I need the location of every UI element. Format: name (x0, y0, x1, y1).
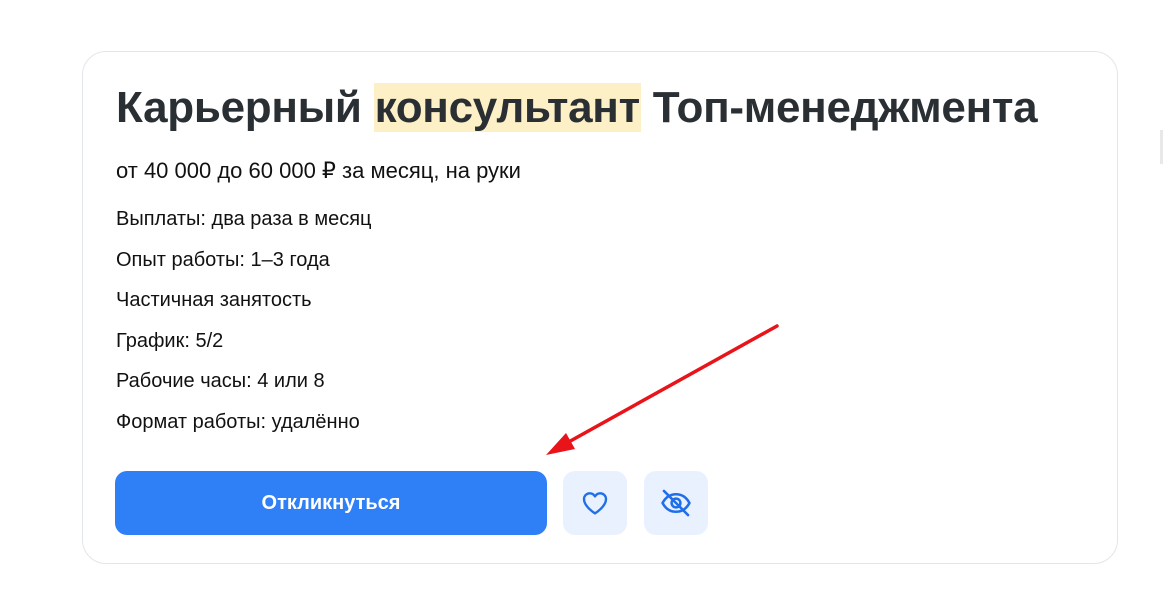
vacancy-title[interactable]: Карьерный консультант Топ-менеджмента (116, 80, 1038, 136)
vacancy-card: Карьерный консультант Топ-менеджмента от… (82, 51, 1118, 564)
eye-off-icon (661, 489, 691, 517)
salary-text: от 40 000 до 60 000 ₽ за месяц, на руки (116, 158, 521, 183)
detail-format: Формат работы: удалённо (116, 410, 360, 433)
hide-button[interactable] (644, 471, 708, 535)
detail-schedule: График: 5/2 (116, 329, 224, 352)
title-highlight: консультант (373, 83, 641, 132)
vacancy-details: Выплаты: два раза в месяц Опыт работы: 1… (116, 205, 372, 448)
detail-experience: Опыт работы: 1–3 года (116, 248, 330, 271)
heart-icon (582, 492, 608, 515)
detail-employment: Частичная занятость (116, 289, 312, 311)
respond-button[interactable]: Откликнуться (115, 471, 547, 535)
detail-hours: Рабочие часы: 4 или 8 (116, 370, 325, 392)
title-part-2: Топ-менеджмента (652, 83, 1038, 132)
favorite-button[interactable] (563, 471, 627, 535)
detail-payments: Выплаты: два раза в месяц (116, 208, 372, 230)
title-part-1: Карьерный (116, 83, 362, 132)
